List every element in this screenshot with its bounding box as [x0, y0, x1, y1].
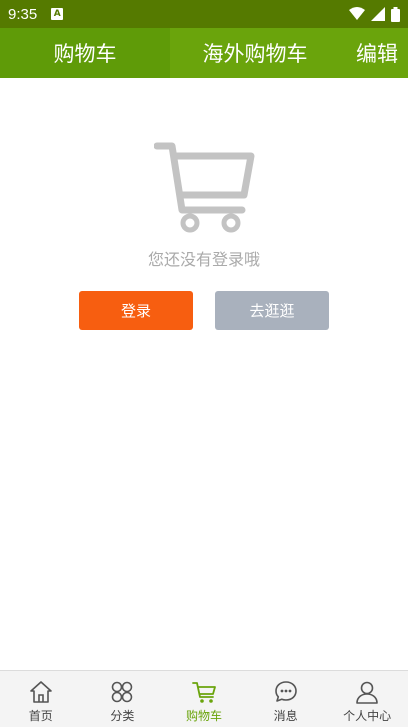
battery-icon	[391, 6, 400, 22]
tab-cart[interactable]: 购物车	[0, 28, 170, 78]
message-icon	[274, 681, 297, 702]
edit-button[interactable]: 编辑	[356, 28, 398, 78]
cart-icon	[192, 682, 216, 703]
nav-item-home[interactable]: 首页	[0, 671, 82, 727]
bottom-nav: 首页 分类 购物车 消息 个人中心	[0, 670, 408, 727]
nav-item-category[interactable]: 分类	[82, 671, 164, 727]
nav-label: 个人中心	[343, 709, 392, 723]
nav-label: 消息	[273, 709, 298, 723]
notification-badge: A	[51, 8, 64, 20]
empty-message: 您还没有登录哦	[147, 250, 260, 269]
nav-item-profile[interactable]: 个人中心	[326, 671, 408, 727]
category-icon	[112, 681, 133, 703]
status-bar: 9:35 A	[0, 0, 408, 28]
user-icon	[356, 681, 378, 704]
nav-label: 分类	[110, 709, 135, 723]
status-time: 9:35	[8, 5, 38, 23]
tab-overseas-cart[interactable]: 海外购物车	[170, 28, 340, 78]
nav-item-cart[interactable]: 购物车	[163, 671, 245, 727]
header-bar: 购物车 海外购物车 编辑	[0, 28, 408, 78]
nav-item-message[interactable]: 消息	[245, 671, 327, 727]
browse-button[interactable]: 去逛逛	[215, 291, 329, 330]
wifi-icon	[349, 7, 365, 20]
home-icon	[29, 681, 52, 703]
login-button[interactable]: 登录	[79, 291, 193, 330]
status-icons	[349, 6, 400, 22]
empty-cart-icon	[154, 142, 255, 233]
signal-icon	[371, 7, 385, 21]
nav-label: 购物车	[185, 709, 222, 723]
nav-label: 首页	[28, 709, 53, 723]
